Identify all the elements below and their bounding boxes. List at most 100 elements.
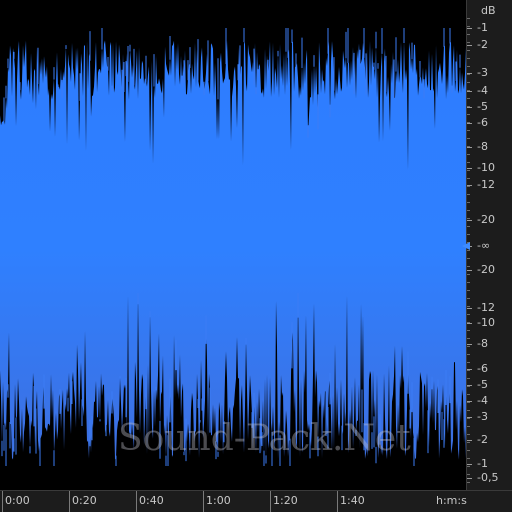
db-minor-tick: [467, 50, 470, 51]
db-minor-tick: [467, 162, 470, 163]
db-minor-tick: [467, 394, 470, 395]
db-minor-tick: [467, 330, 470, 331]
db-label: -2: [477, 433, 488, 446]
db-tick: [467, 478, 472, 479]
db-minor-tick: [467, 370, 470, 371]
db-tick: [467, 220, 472, 221]
db-minor-tick: [467, 466, 470, 467]
db-tick: [467, 168, 472, 169]
db-minor-tick: [467, 474, 470, 475]
db-minor-tick: [467, 170, 470, 171]
time-label: 1:00: [206, 494, 231, 507]
db-minor-tick: [467, 34, 470, 35]
time-tick: [337, 491, 338, 512]
db-minor-tick: [467, 218, 470, 219]
db-minor-tick: [467, 42, 470, 43]
db-minor-tick: [467, 186, 470, 187]
db-label: -6: [477, 116, 488, 129]
waveform-display[interactable]: [0, 0, 466, 490]
time-label: 0:00: [5, 494, 30, 507]
db-minor-tick: [467, 418, 470, 419]
db-minor-tick: [467, 434, 470, 435]
db-minor-tick: [467, 362, 470, 363]
db-tick: [467, 45, 472, 46]
db-minor-tick: [467, 18, 470, 19]
db-minor-tick: [467, 442, 470, 443]
db-minor-tick: [467, 178, 470, 179]
db-minor-tick: [467, 194, 470, 195]
db-label: -0,5: [477, 471, 499, 484]
db-minor-tick: [467, 322, 470, 323]
db-minor-tick: [467, 354, 470, 355]
db-label: -8: [477, 140, 488, 153]
db-unit-label: dB: [481, 4, 496, 17]
time-tick: [2, 491, 3, 512]
db-tick: [467, 308, 472, 309]
db-minor-tick: [467, 154, 470, 155]
db-label: -20: [477, 263, 495, 276]
db-minor-tick: [467, 74, 470, 75]
db-label: -20: [477, 213, 495, 226]
db-minor-tick: [467, 298, 470, 299]
db-minor-tick: [467, 106, 470, 107]
db-label: -5: [477, 100, 488, 113]
db-label: -10: [477, 316, 495, 329]
db-tick: [467, 464, 472, 465]
db-minor-tick: [467, 282, 470, 283]
db-tick: [467, 123, 472, 124]
db-minor-tick: [467, 98, 470, 99]
db-minor-tick: [467, 66, 470, 67]
db-label: -8: [477, 337, 488, 350]
db-ruler[interactable]: dB -1 -2 -3 -4 -5 -6 -8 -10 -12 -20 -∞ -20 -12 -10 -8 -…: [466, 0, 512, 490]
db-label: -4: [477, 84, 488, 97]
db-minor-tick: [467, 82, 470, 83]
db-minor-tick: [467, 266, 470, 267]
db-minor-tick: [467, 410, 470, 411]
db-minor-tick: [467, 378, 470, 379]
db-minor-tick: [467, 306, 470, 307]
db-label: -2: [477, 38, 488, 51]
db-tick: [467, 440, 472, 441]
db-label: -6: [477, 362, 488, 375]
db-minor-tick: [467, 346, 470, 347]
db-minor-tick: [467, 290, 470, 291]
db-minor-tick: [467, 234, 470, 235]
center-marker-icon: [462, 242, 470, 250]
db-minor-tick: [467, 226, 470, 227]
time-tick: [69, 491, 70, 512]
db-minor-tick: [467, 146, 470, 147]
db-label: -12: [477, 301, 495, 314]
time-tick: [270, 491, 271, 512]
db-tick: [467, 323, 472, 324]
db-minor-tick: [467, 386, 470, 387]
time-ruler[interactable]: 0:00 0:20 0:40 1:00 1:20 1:40 h:m:s: [0, 490, 512, 512]
db-minor-tick: [467, 402, 470, 403]
db-minor-tick: [467, 26, 470, 27]
time-tick: [136, 491, 137, 512]
db-label: -10: [477, 161, 495, 174]
db-tick: [467, 270, 472, 271]
db-label: -12: [477, 178, 495, 191]
db-tick: [467, 147, 472, 148]
db-label: -1: [477, 21, 488, 34]
db-minor-tick: [467, 58, 470, 59]
db-minor-tick: [467, 130, 470, 131]
db-minor-tick: [467, 458, 470, 459]
db-minor-tick: [467, 210, 470, 211]
db-minor-tick: [467, 90, 470, 91]
db-tick: [467, 344, 472, 345]
time-label: 0:40: [139, 494, 164, 507]
db-label: -1: [477, 457, 488, 470]
db-minor-tick: [467, 114, 470, 115]
db-tick: [467, 28, 472, 29]
db-label: -4: [477, 394, 488, 407]
db-minor-tick: [467, 274, 470, 275]
waveform-shape: [0, 40, 466, 460]
db-minor-tick: [467, 250, 470, 251]
db-minor-tick: [467, 426, 470, 427]
time-label: 1:20: [273, 494, 298, 507]
db-label: -3: [477, 66, 488, 79]
db-label: -3: [477, 410, 488, 423]
db-minor-tick: [467, 450, 470, 451]
db-minor-tick: [467, 202, 470, 203]
